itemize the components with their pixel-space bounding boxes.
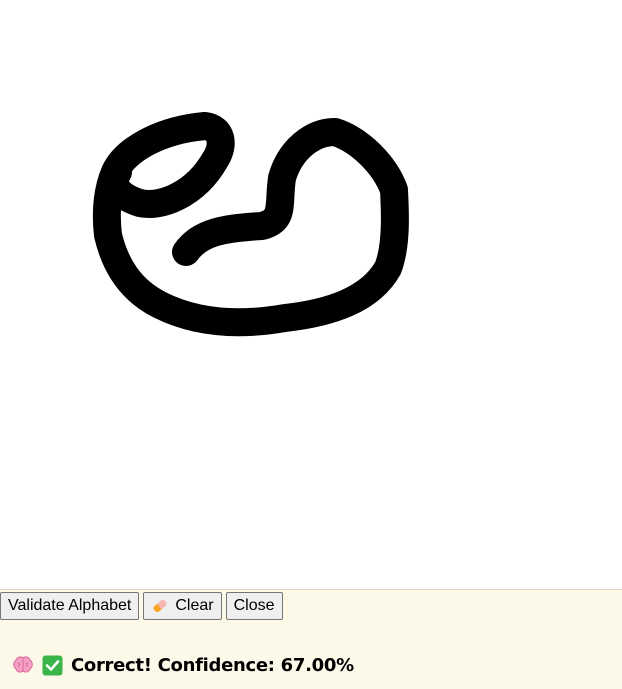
result-text: Correct! Confidence: 67.00% — [71, 654, 354, 676]
handwritten-stroke — [92, 112, 409, 337]
brain-icon — [12, 655, 34, 675]
close-button[interactable]: Close — [225, 592, 283, 620]
clear-button[interactable]: Clear — [143, 592, 222, 620]
drawing-canvas[interactable] — [0, 0, 622, 590]
eraser-icon — [151, 597, 169, 615]
check-mark-icon — [42, 655, 63, 676]
clear-label: Clear — [175, 597, 214, 614]
result-status: Correct! Confidence: 67.00% — [12, 652, 354, 678]
close-label: Close — [233, 597, 275, 614]
validate-alphabet-label: Validate Alphabet — [8, 597, 132, 614]
validate-alphabet-button[interactable]: Validate Alphabet — [0, 592, 140, 620]
toolbar: Validate Alphabet Clear Close — [0, 591, 287, 621]
